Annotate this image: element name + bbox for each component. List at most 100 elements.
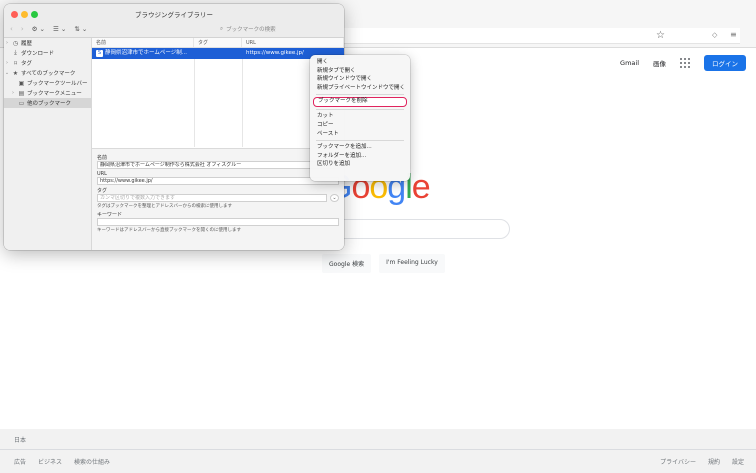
sidebar-item-all-bookmarks[interactable]: ⌄ ★ すべてのブックマーク <box>4 68 91 78</box>
table-row[interactable]: S 静岡県沼津市でホームページ制... https://www.gikee.jp… <box>92 48 344 59</box>
footer-right-links: プライバシー 規約 設定 <box>660 457 744 466</box>
tag-icon: ⌑ <box>13 59 18 67</box>
images-link[interactable]: 画像 <box>653 58 666 68</box>
apps-grid-icon[interactable] <box>680 58 690 68</box>
favicon-icon: S <box>96 50 103 57</box>
sidebar-item-bookmarks-menu[interactable]: › ▤ ブックマークメニュー <box>4 88 91 98</box>
library-search-input[interactable]: ⌕ ブックマークの検索 <box>220 24 338 34</box>
row-name-text: 静岡県沼津市でホームページ制... <box>105 50 187 56</box>
sidebar-item-label: ブックマークメニュー <box>27 91 82 97</box>
gmail-link[interactable]: Gmail <box>620 59 639 67</box>
menu-item-open[interactable]: 開く <box>310 58 410 67</box>
hamburger-menu-icon[interactable]: ≡ <box>730 30 737 39</box>
address-bar[interactable] <box>340 28 740 44</box>
sidebar-item-tags[interactable]: › ⌑ タグ <box>4 58 91 68</box>
organize-gear-icon[interactable]: ⚙ ⌄ <box>32 25 45 33</box>
search-buttons: Google 検索 I'm Feeling Lucky <box>322 254 445 273</box>
google-topbar: Gmail 画像 ログイン <box>620 55 746 71</box>
keyword-label: キーワード <box>97 212 123 218</box>
tag-row: カンマ区切りで複数入力できます ⌄ <box>97 194 339 202</box>
footer-divider <box>0 449 756 450</box>
tag-label: タグ <box>97 188 108 194</box>
sidebar-item-downloads[interactable]: ⤓ ダウンロード <box>4 48 91 58</box>
bookmark-list-pane: 名前 タグ URL S 静岡県沼津市でホームページ制... https://ww… <box>92 38 344 250</box>
row-tag-cell <box>194 48 242 59</box>
library-window: ブラウジングライブラリー ‹ › ⚙ ⌄ ☰ ⌄ ⇅ ⌄ ⌕ ブックマークの検索… <box>4 4 344 250</box>
keyword-field[interactable] <box>97 218 339 226</box>
footer-link-privacy[interactable]: プライバシー <box>660 457 696 466</box>
footer-link-terms[interactable]: 規約 <box>708 457 720 466</box>
login-button[interactable]: ログイン <box>704 55 746 71</box>
menu-separator <box>316 109 404 111</box>
star-icon: ★ <box>12 69 19 77</box>
toolbar-icon: ▣ <box>18 79 25 87</box>
url-field[interactable]: https://www.gikee.jp/ <box>97 177 339 185</box>
bookmark-context-menu: 開く 新規タブで開く 新規ウインドウで開く 新規プライベートウインドウで開く ブ… <box>310 55 410 181</box>
menu-item-open-private-window[interactable]: 新規プライベートウインドウで開く <box>310 84 410 93</box>
import-export-icon[interactable]: ⇅ ⌄ <box>74 25 87 33</box>
sidebar-item-bookmarks-toolbar[interactable]: ▣ ブックマークツールバー <box>4 78 91 88</box>
column-header-url[interactable]: URL <box>242 38 344 47</box>
table-header: 名前 タグ URL <box>92 38 344 48</box>
bookmark-details-pane: 名前 静岡県沼津市でホームページ制作なら株式会社 オフィスグルー URL htt… <box>92 148 344 250</box>
footer-link-business[interactable]: ビジネス <box>38 457 62 466</box>
back-arrow-icon[interactable]: ‹ <box>10 25 13 33</box>
twisty-icon[interactable]: ⌄ <box>4 70 10 76</box>
menu-item-add-folder[interactable]: フォルダーを追加... <box>310 152 410 161</box>
sidebar-item-other-bookmarks[interactable]: ▭ 他のブックマーク <box>4 98 91 108</box>
column-header-name[interactable]: 名前 <box>92 38 194 47</box>
menu-item-copy[interactable]: コピー <box>310 121 410 130</box>
pocket-icon[interactable]: ◇ <box>712 31 717 39</box>
clock-icon: ◷ <box>12 39 19 47</box>
footer-country: 日本 <box>14 437 27 444</box>
views-icon[interactable]: ☰ ⌄ <box>53 25 66 33</box>
footer-link-settings[interactable]: 設定 <box>732 457 744 466</box>
library-title: ブラウジングライブラリー <box>135 11 213 19</box>
search-icon: ⌕ <box>220 25 224 32</box>
row-name-cell: S 静岡県沼津市でホームページ制... <box>92 48 194 59</box>
sidebar-item-label: ブックマークツールバー <box>27 81 88 87</box>
twisty-icon[interactable]: › <box>10 90 16 96</box>
twisty-icon[interactable]: › <box>4 60 10 66</box>
chevron-down-icon[interactable]: ⌄ <box>330 194 339 202</box>
library-search-placeholder: ブックマークの検索 <box>226 27 276 33</box>
feeling-lucky-button[interactable]: I'm Feeling Lucky <box>379 254 445 273</box>
tag-hint: タグはブックマークを整理とアドレスバーからの検索に使用します <box>97 204 232 209</box>
sidebar-item-history[interactable]: › ◷ 履歴 <box>4 38 91 48</box>
library-sidebar: › ◷ 履歴 ⤓ ダウンロード › ⌑ タグ ⌄ ★ すべてのブックマーク ▣ … <box>4 38 92 250</box>
footer-link-ads[interactable]: 広告 <box>14 457 26 466</box>
menu-item-paste[interactable]: ペースト <box>310 130 410 139</box>
name-field[interactable]: 静岡県沼津市でホームページ制作なら株式会社 オフィスグルー <box>97 161 339 169</box>
sidebar-item-label: すべてのブックマーク <box>21 71 76 77</box>
twisty-icon[interactable]: › <box>4 40 10 46</box>
sidebar-item-label: タグ <box>21 61 33 67</box>
tag-field[interactable]: カンマ区切りで複数入力できます <box>97 194 327 202</box>
menu-separator <box>316 94 404 96</box>
forward-arrow-icon[interactable]: › <box>21 25 24 33</box>
google-search-button[interactable]: Google 検索 <box>322 254 372 273</box>
footer-link-how-search-works[interactable]: 検索の仕組み <box>74 457 110 466</box>
menu-item-open-new-window[interactable]: 新規ウインドウで開く <box>310 75 410 84</box>
folder-icon: ▭ <box>18 99 25 107</box>
sidebar-item-label: 履歴 <box>21 41 33 47</box>
column-header-tag[interactable]: タグ <box>194 38 242 47</box>
menu-separator <box>316 140 404 142</box>
bookmark-star-icon[interactable]: ☆ <box>656 30 665 41</box>
menu-icon: ▤ <box>18 89 25 97</box>
keyword-hint: キーワードはアドレスバーから直接ブックマークを開くのに使用します <box>97 228 241 233</box>
google-footer: 日本 広告 ビジネス 検索の仕組み プライバシー 規約 設定 <box>0 429 756 473</box>
library-titlebar: ブラウジングライブラリー ‹ › ⚙ ⌄ ☰ ⌄ ⇅ ⌄ ⌕ ブックマークの検索 <box>4 4 344 38</box>
sidebar-item-label: ダウンロード <box>21 51 55 57</box>
download-icon: ⤓ <box>14 49 17 56</box>
name-label: 名前 <box>97 155 108 161</box>
sidebar-item-label: 他のブックマーク <box>27 101 72 107</box>
column-divider <box>194 59 195 147</box>
menu-item-add-bookmark[interactable]: ブックマークを追加... <box>310 143 410 152</box>
menu-item-cut[interactable]: カット <box>310 112 410 121</box>
menu-item-open-new-tab[interactable]: 新規タブで開く <box>310 67 410 76</box>
library-toolbar: ‹ › ⚙ ⌄ ☰ ⌄ ⇅ ⌄ <box>10 25 87 33</box>
menu-item-delete-bookmark[interactable]: ブックマークを削除 <box>313 97 407 108</box>
column-divider <box>242 59 243 147</box>
footer-left-links: 広告 ビジネス 検索の仕組み <box>14 457 110 466</box>
menu-item-add-separator[interactable]: 区切りを追加 <box>310 160 410 169</box>
